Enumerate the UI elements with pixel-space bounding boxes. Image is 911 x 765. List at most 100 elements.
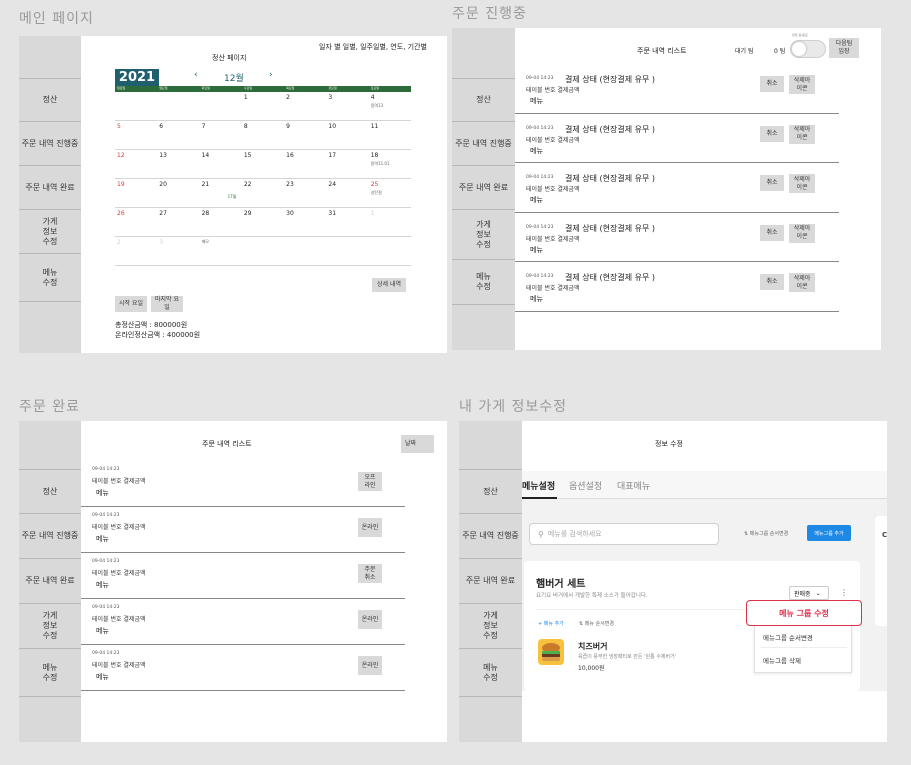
sidebar-item-settlement[interactable]: 정산 <box>19 78 81 122</box>
cancel-button[interactable]: 취소 <box>760 224 784 241</box>
calendar-day[interactable]: 9 <box>284 121 327 150</box>
date-filter-button[interactable]: 날짜 <box>401 435 434 453</box>
sidebar-item-in-progress[interactable]: 주문 내역 진행중 <box>19 514 81 559</box>
prev-month-button[interactable]: ‹ <box>194 70 198 80</box>
next-month-button[interactable]: › <box>269 70 273 80</box>
calendar-day-number: 1 <box>370 210 375 217</box>
calendar-day[interactable]: 1 <box>241 92 285 121</box>
calendar-day[interactable] <box>368 237 411 266</box>
calendar-day[interactable] <box>284 237 327 266</box>
sidebar-item-settlement[interactable]: 정산 <box>459 469 522 514</box>
group-reorder-link[interactable]: ⇅ 메뉴그룹 순서변경 <box>744 530 788 537</box>
calendar-day[interactable] <box>199 92 242 121</box>
calendar-day[interactable]: 6 <box>157 121 200 150</box>
next-team-button[interactable]: 다음팀 입장 <box>829 38 859 58</box>
calendar-day[interactable]: 3 <box>157 237 200 266</box>
calendar-year: 2021 <box>115 69 159 86</box>
sidebar-item-store-info[interactable]: 가게 정보 수정 <box>19 210 81 254</box>
order-row: 09-04 14:23 결제 상태 (현장결제 유무 ) 테이블 번호 결제금액 메뉴… <box>515 64 839 114</box>
start-day-button[interactable]: 시작 요일 <box>115 296 147 312</box>
sidebar-item-completed[interactable]: 주문 내역 완료 <box>19 559 81 604</box>
calendar-day[interactable]: 24 <box>326 179 369 208</box>
menu-reorder-link[interactable]: ⇅ 메뉴 순서변경 <box>579 620 614 627</box>
calendar-day[interactable]: 21 17월 <box>199 179 242 208</box>
open-toggle[interactable] <box>790 40 826 58</box>
sidebar-item-menu-edit[interactable]: 메뉴 수정 <box>19 254 81 302</box>
calendar-day[interactable]: 5 <box>115 121 158 150</box>
calendar-day[interactable]: 31 <box>326 208 369 237</box>
cancel-button[interactable]: 취소 <box>760 76 784 92</box>
sidebar-item-menu-edit[interactable]: 메뉴 수정 <box>19 649 81 697</box>
calendar-day[interactable]: 23 <box>284 179 327 208</box>
cancel-button[interactable]: 취소 <box>760 175 784 191</box>
sidebar-item-store-info[interactable]: 가게 정보 수정 <box>459 604 522 649</box>
calendar-day[interactable]: 13 <box>157 150 200 179</box>
calendar-day[interactable]: 16 <box>284 150 327 179</box>
calendar-day[interactable]: 12 <box>115 150 158 179</box>
sidebar-item-store-info[interactable]: 가게 정보 수정 <box>452 210 515 260</box>
calendar-day[interactable]: 19 <box>115 179 158 208</box>
calendar-day[interactable]: 3 <box>326 92 369 121</box>
calendar-day[interactable]: 1 <box>368 208 411 237</box>
popup-item-group-delete[interactable]: 메뉴그룹 삭제 <box>763 655 801 665</box>
calendar-day[interactable]: 18 용역11.01 <box>368 150 411 179</box>
calendar-day[interactable]: 11 <box>368 121 411 150</box>
cancel-button[interactable]: 취소 <box>760 274 784 290</box>
tab-main-menu[interactable]: 대표메뉴 <box>617 479 650 492</box>
sidebar-item-settlement[interactable]: 정산 <box>19 469 81 514</box>
detail-button[interactable]: 상세 내역 <box>372 278 406 292</box>
sidebar-item-in-progress[interactable]: 주문 내역 진행중 <box>459 514 522 559</box>
calendar-day[interactable]: 2 <box>284 92 327 121</box>
sidebar-item-completed[interactable]: 주문 내역 완료 <box>452 166 515 210</box>
calendar-day[interactable]: 28 <box>199 208 242 237</box>
calendar-day[interactable]: 20 <box>157 179 200 208</box>
calendar-day[interactable] <box>326 237 369 266</box>
sidebar-item-menu-edit[interactable]: 메뉴 수정 <box>459 649 522 697</box>
delete-icon-button[interactable]: 삭제아 이콘 <box>789 273 815 292</box>
sidebar-item-completed[interactable]: 주문 내역 완료 <box>459 559 522 604</box>
calendar-day[interactable]: 29 <box>241 208 285 237</box>
sidebar-item-completed[interactable]: 주문 내역 완료 <box>19 166 81 210</box>
calendar-day[interactable] <box>157 92 200 121</box>
sidebar-item-settlement[interactable]: 정산 <box>452 78 515 122</box>
calendar-day[interactable]: 30 <box>284 208 327 237</box>
calendar-day[interactable]: 14 <box>199 150 242 179</box>
sidebar-item-store-info[interactable]: 가게 정보 수정 <box>19 604 81 649</box>
calendar-day[interactable]: 8 <box>241 121 285 150</box>
calendar-day[interactable]: 26 <box>115 208 158 237</box>
calendar-day[interactable]: 메모 <box>199 237 242 266</box>
edit-menu-group-button[interactable]: 메뉴 그룹 수정 <box>746 600 862 626</box>
order-menu: 메뉴 <box>530 245 543 254</box>
more-options-icon[interactable]: ⋮ <box>839 586 849 600</box>
delete-icon-button[interactable]: 삭제아 이콘 <box>789 75 815 94</box>
menu-search-input[interactable]: ⚲ 메뉴를 검색하세요 <box>529 523 719 545</box>
calendar-day[interactable]: 22 <box>241 179 285 208</box>
tab-menu-settings[interactable]: 메뉴설정 <box>522 479 555 492</box>
end-day-button[interactable]: 마지막 요 일 <box>151 296 183 312</box>
sale-state-select[interactable]: 판매중 ⌄ <box>789 586 829 600</box>
calendar-day-number: 17 <box>328 152 337 159</box>
sidebar-item-menu-edit[interactable]: 메뉴 수정 <box>452 260 515 305</box>
popup-item-group-reorder[interactable]: 메뉴그룹 순서변경 <box>763 632 813 642</box>
calendar-day[interactable]: 10 <box>326 121 369 150</box>
calendar-day[interactable]: 7 <box>199 121 242 150</box>
add-group-button[interactable]: 메뉴그룹 추가 <box>807 525 851 541</box>
tab-option-settings[interactable]: 옵션설정 <box>569 479 602 492</box>
calendar-day[interactable]: 4 용역13 <box>368 92 411 121</box>
calendar-day[interactable]: 17 <box>326 150 369 179</box>
order-type-tag: 오프 라인 <box>358 472 382 491</box>
calendar-day[interactable]: 15 <box>241 150 285 179</box>
sidebar-item-in-progress[interactable]: 주문 내역 진행중 <box>19 122 81 166</box>
calendar-day[interactable] <box>115 92 158 121</box>
delete-icon-button[interactable]: 삭제아 이콘 <box>789 174 815 193</box>
sidebar-item-in-progress[interactable]: 주문 내역 진행중 <box>452 122 515 166</box>
chevron-down-icon: ⌄ <box>815 589 821 597</box>
add-menu-link[interactable]: + 메뉴 추가 <box>538 620 564 627</box>
delete-icon-button[interactable]: 삭제아 이콘 <box>789 223 815 243</box>
calendar-day[interactable]: 25 성탄절 <box>368 179 411 208</box>
cancel-button[interactable]: 취소 <box>760 125 784 142</box>
delete-icon-button[interactable]: 삭제아 이콘 <box>789 124 815 144</box>
calendar-day[interactable]: 27 <box>157 208 200 237</box>
calendar-day[interactable] <box>241 237 285 266</box>
calendar-day[interactable]: 2 <box>115 237 158 266</box>
